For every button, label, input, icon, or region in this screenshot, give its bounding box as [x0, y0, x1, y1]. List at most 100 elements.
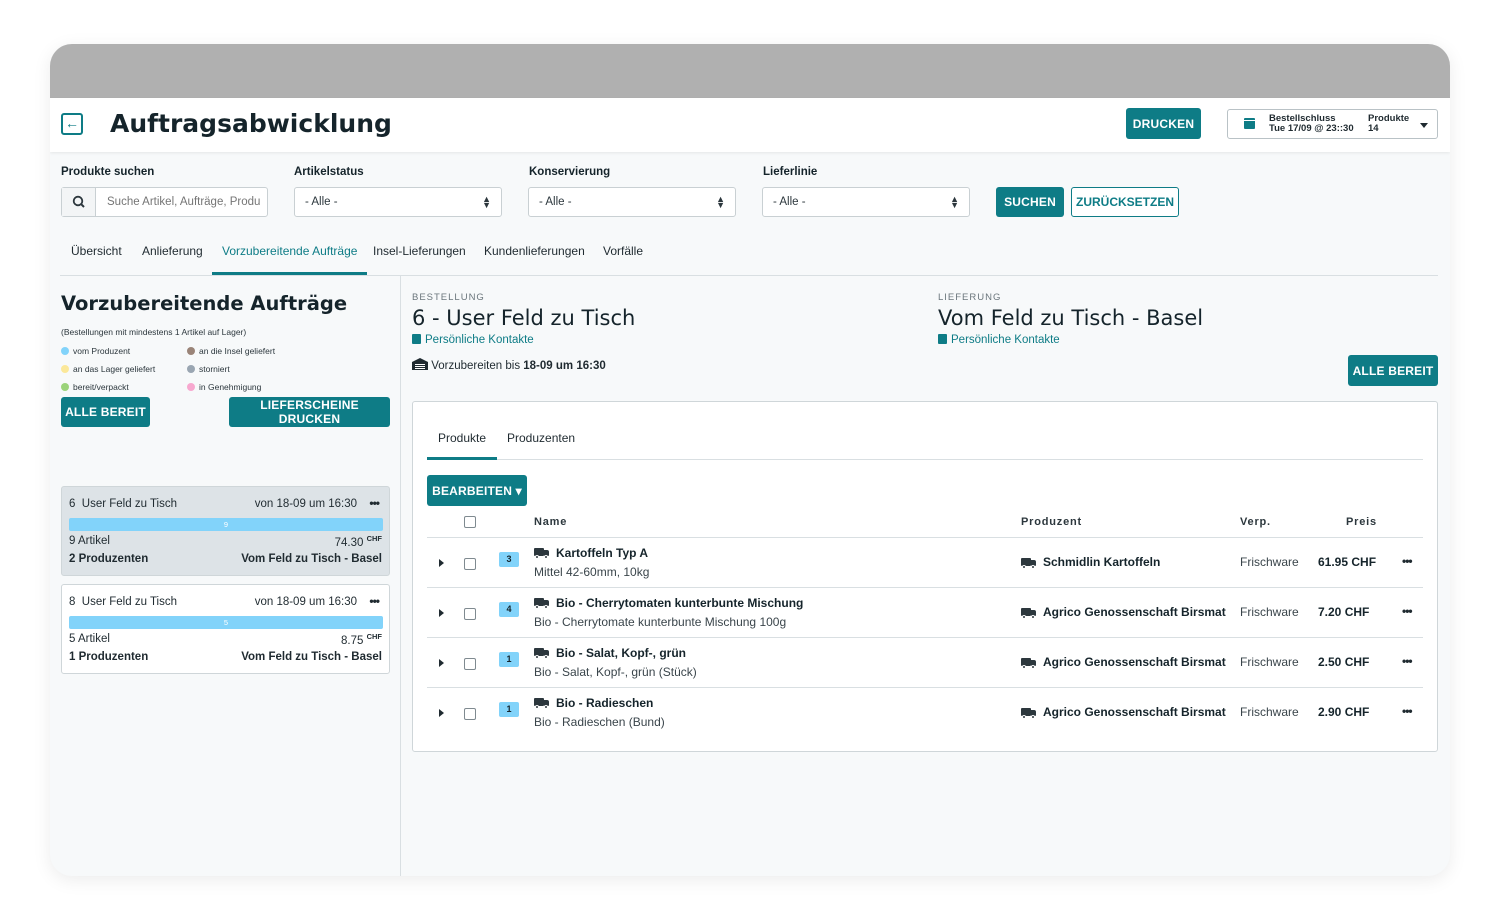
status-select-value: - Alle - [305, 196, 338, 208]
table-row: 4 Bio - Cherrytomaten kunterbunte Mischu… [427, 587, 1423, 637]
table-row: 3 Kartoffeln Typ A Mittel 42-60mm, 10kg … [427, 537, 1423, 587]
order-card[interactable]: 8 User Feld zu Tisch von 18-09 um 16:30 … [61, 584, 390, 674]
row-checkbox[interactable] [464, 558, 476, 570]
search-field [61, 187, 268, 217]
order-contacts-link[interactable]: Persönliche Kontakte [412, 334, 534, 346]
order-price: 8.75 CHF [340, 632, 382, 647]
more-dots-icon[interactable]: ••• [369, 594, 380, 608]
window-titlebar [50, 44, 1450, 98]
edit-dropdown-button[interactable]: BEARBEITEN ▾ [427, 475, 527, 506]
deadline-value: Tue 17/09 @ 23::30 [1269, 123, 1354, 134]
orders-sidebar: Vorzubereitende Aufträge (Bestellungen m… [50, 276, 401, 876]
legend-item: vom Produzent [61, 346, 130, 356]
contact-card-icon [412, 334, 421, 344]
status-label: Artikelstatus [294, 166, 364, 178]
column-producer: Produzent [1021, 516, 1082, 528]
order-articles: 9 Artikel [69, 535, 110, 547]
more-dots-icon[interactable]: ••• [369, 496, 380, 510]
select-all-checkbox[interactable] [464, 516, 476, 528]
all-ready-button[interactable]: ALLE BEREIT [1348, 355, 1438, 386]
calendar-icon [1244, 118, 1255, 129]
legend-item: an das Lager geliefert [61, 364, 155, 374]
packaging: Frischware [1240, 605, 1299, 619]
lieferlinie-label: Lieferlinie [763, 166, 818, 178]
order-date: von 18-09 um 16:30 [254, 596, 357, 608]
more-dots-icon[interactable]: ••• [1402, 654, 1413, 668]
status-select[interactable]: - Alle - ▲ ▼ [294, 187, 502, 217]
lieferlinie-select-value: - Alle - [773, 196, 806, 208]
legend-dot [187, 347, 195, 355]
legend-dot [61, 383, 69, 391]
producer-name: Agrico Genossenschaft Birsmat [1043, 705, 1226, 719]
legend-item: storniert [187, 364, 230, 374]
expand-row-icon[interactable] [439, 659, 444, 667]
more-dots-icon[interactable]: ••• [1402, 604, 1413, 618]
tab-kundenlieferungen[interactable]: Kundenlieferungen [474, 244, 595, 275]
print-delivery-slips-button[interactable]: LIEFERSCHEINE DRUCKEN [229, 397, 390, 427]
lieferlinie-select[interactable]: - Alle - ▲ ▼ [762, 187, 970, 217]
order-name: 6 - User Feld zu Tisch [412, 306, 636, 330]
product-description: Bio - Salat, Kopf-, grün (Stück) [534, 665, 697, 679]
app-window: ← Auftragsabwicklung DRUCKEN Bestellschl… [50, 44, 1450, 876]
tab-vorfaelle[interactable]: Vorfälle [593, 244, 653, 275]
price: 2.50 CHF [1318, 655, 1370, 669]
truck-icon [534, 698, 550, 709]
sidebar-title: Vorzubereitende Aufträge [61, 292, 348, 315]
producer-name: Schmidlin Kartoffeln [1043, 555, 1161, 569]
tab-anlieferung[interactable]: Anlieferung [132, 244, 213, 275]
products-value: 14 [1368, 123, 1379, 134]
sidebar-hint: (Bestellungen mit mindestens 1 Artikel a… [61, 327, 247, 337]
order-title: 8 User Feld zu Tisch [69, 596, 178, 608]
row-checkbox[interactable] [464, 708, 476, 720]
order-articles: 5 Artikel [69, 633, 110, 645]
print-button[interactable]: DRUCKEN [1126, 108, 1201, 139]
delivery-caption: LIEFERUNG [938, 292, 1002, 303]
quantity-badge: 4 [499, 602, 519, 617]
order-destination: Vom Feld zu Tisch - Basel [241, 553, 382, 565]
order-date: von 18-09 um 16:30 [254, 498, 357, 510]
konservierung-select[interactable]: - Alle - ▲ ▼ [528, 187, 736, 217]
column-verp: Verp. [1240, 516, 1271, 528]
expand-row-icon[interactable] [439, 609, 444, 617]
legend-item: in Genehmigung [187, 382, 261, 392]
more-dots-icon[interactable]: ••• [1402, 704, 1413, 718]
filter-bar: Produkte suchen Artikelstatus - Alle - ▲… [50, 166, 1450, 222]
expand-row-icon[interactable] [439, 709, 444, 717]
quantity-badge: 1 [499, 652, 519, 667]
truck-icon [534, 648, 550, 659]
product-name: Bio - Cherrytomaten kunterbunte Mischung [556, 596, 804, 610]
truck-icon [1021, 658, 1037, 669]
price: 7.20 CHF [1318, 605, 1370, 619]
tab-insel-lieferungen[interactable]: Insel-Lieferungen [363, 244, 476, 275]
search-button[interactable]: SUCHEN [996, 187, 1064, 217]
page-title: Auftragsabwicklung [110, 109, 392, 138]
table-row: 1 Bio - Salat, Kopf-, grün Bio - Salat, … [427, 637, 1423, 687]
konservierung-label: Konservierung [529, 166, 611, 178]
tab-uebersicht[interactable]: Übersicht [61, 244, 132, 275]
packaging: Frischware [1240, 655, 1299, 669]
search-input[interactable] [97, 188, 267, 216]
product-name: Bio - Salat, Kopf-, grün [556, 646, 686, 660]
expand-row-icon[interactable] [439, 559, 444, 567]
konservierung-select-value: - Alle - [539, 196, 572, 208]
tab-produkte[interactable]: Produkte [427, 431, 498, 460]
select-arrows-icon: ▲ ▼ [482, 194, 491, 210]
order-producers: 2 Produzenten [69, 553, 149, 565]
tab-vorzubereitende-auftraege[interactable]: Vorzubereitende Aufträge [212, 244, 368, 275]
table-row: 1 Bio - Radieschen Bio - Radieschen (Bun… [427, 687, 1423, 737]
more-dots-icon[interactable]: ••• [1402, 554, 1413, 568]
all-ready-button[interactable]: ALLE BEREIT [61, 397, 150, 427]
order-card[interactable]: 6 User Feld zu Tisch von 18-09 um 16:30 … [61, 486, 390, 576]
app-header: ← Auftragsabwicklung DRUCKEN Bestellschl… [50, 98, 1450, 152]
packaging: Frischware [1240, 555, 1299, 569]
deadline-dropdown[interactable]: Bestellschluss Tue 17/09 @ 23::30 Produk… [1227, 109, 1438, 139]
reset-button[interactable]: ZURÜCKSETZEN [1071, 187, 1179, 217]
row-checkbox[interactable] [464, 658, 476, 670]
back-arrow-icon[interactable]: ← [61, 113, 83, 135]
delivery-contacts-link[interactable]: Persönliche Kontakte [938, 334, 1060, 346]
producer-name: Agrico Genossenschaft Birsmat [1043, 655, 1226, 669]
search-icon [62, 188, 96, 216]
legend-dot [187, 365, 195, 373]
tab-produzenten[interactable]: Produzenten [496, 431, 586, 460]
row-checkbox[interactable] [464, 608, 476, 620]
